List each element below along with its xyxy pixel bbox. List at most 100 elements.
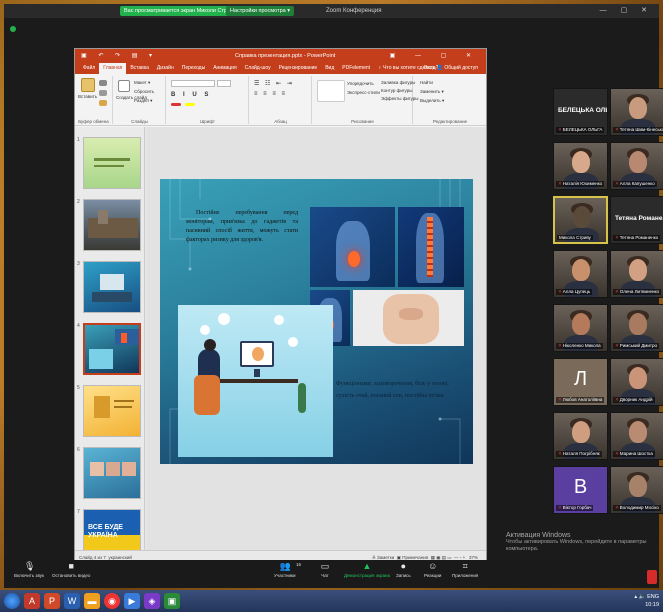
participant-tile[interactable]: Микола Стриву (553, 196, 608, 244)
font-family-select[interactable] (171, 80, 215, 87)
participants-count: 16 (296, 562, 302, 567)
reset-button[interactable]: Сбросить (134, 89, 154, 94)
thumb-number: 6 (77, 447, 80, 453)
app-icon[interactable]: ◈ (144, 593, 160, 609)
stop-video-button[interactable]: ■ Остановить видео (52, 562, 90, 579)
tab-5[interactable]: Анимация (209, 63, 240, 74)
slide-thumbnail-4[interactable] (83, 323, 141, 375)
ppt-window-controls[interactable]: ▣ — ▢ ✕ (390, 49, 480, 63)
participant-tile[interactable]: ✕Наталія Юхименко (553, 142, 608, 190)
muted-mic-icon: ✕ (615, 505, 619, 510)
security-shield-icon[interactable] (10, 26, 16, 32)
participant-name: ✕Алла Цупець (556, 289, 593, 295)
tab-6[interactable]: Слайд-шоу (241, 63, 275, 74)
slide-thumbnail-7[interactable]: ВСЕ БУДЕ УКРАЇНА (83, 509, 141, 551)
start-button-icon[interactable] (4, 593, 20, 609)
participant-tile[interactable]: ✕Марина Шостка (610, 412, 663, 460)
tab-1[interactable]: Главная (99, 63, 127, 74)
shape-effects-button[interactable]: Эффекты фигуры (381, 96, 419, 101)
zoom-app-icon[interactable]: ▶ (124, 593, 140, 609)
word-app-icon[interactable]: W (64, 593, 80, 609)
system-tray[interactable]: ▴ 🔈 ENG 10:19 (634, 593, 659, 609)
participant-tile[interactable]: В ✕Віктор Горбач (553, 466, 608, 514)
highlight-icon[interactable] (185, 103, 195, 106)
pdf-app-icon[interactable]: A (24, 593, 40, 609)
view-options-button[interactable]: Настройки просмотра ▾ (226, 6, 294, 16)
participant-tile[interactable]: ✕Римський Дмитро (610, 304, 663, 352)
slide-symptoms-text[interactable]: Функціонами: запаморочення, біль у голов… (336, 378, 460, 402)
section-button[interactable]: Раздел ▾ (134, 98, 152, 104)
arrange-button[interactable]: Упорядочить (347, 81, 374, 86)
format-painter-icon[interactable] (99, 100, 107, 106)
powerpoint-app-icon[interactable]: P (44, 593, 60, 609)
sign-in-share[interactable]: Вход 👤 Общий доступ (420, 63, 482, 74)
quick-access-toolbar[interactable]: ▣ ↶ ↷ ▤ ▾ (81, 49, 157, 63)
cut-icon[interactable] (99, 80, 107, 86)
copy-icon[interactable] (99, 90, 107, 96)
ribbon-group-slides: Создать слайд Макет ▾ Сбросить Раздел ▾ … (114, 76, 166, 124)
participant-tile[interactable]: Тетяна Романе... ✕Тетяна Романенко (610, 196, 663, 244)
slide-thumbnail-2[interactable] (83, 199, 141, 251)
participant-tile[interactable]: БЕЛЕЦЬКА ОЛЬ... ✕БЕЛЕЦЬКА ОЛЬГА (553, 88, 608, 136)
new-slide-icon[interactable] (118, 80, 130, 92)
layout-button[interactable]: Макет ▾ (134, 80, 150, 86)
apps-icon: ⌗ (462, 561, 468, 571)
reactions-button[interactable]: ☺ Реакции (424, 562, 441, 579)
participant-tile[interactable]: ✕Олена Литвиненко (610, 250, 663, 298)
participants-button[interactable]: 👥 Участники 16 (274, 562, 301, 579)
slide-thumbnails-pane[interactable]: 1 2 3 4 5 6 7 ВСЕ БУДЕ УКРАЇНА (75, 127, 145, 551)
slide-thumbnail-1[interactable] (83, 137, 141, 189)
current-slide[interactable]: Постійне перебування перед моніторам, пр… (160, 179, 473, 464)
tab-8[interactable]: Вид (321, 63, 338, 74)
replace-button[interactable]: Заменить ▾ (420, 89, 444, 95)
participant-tile[interactable]: ✕Дворник Андрій (610, 358, 663, 406)
slide-thumbnail-6[interactable] (83, 447, 141, 499)
select-button[interactable]: Выделить ▾ (420, 98, 444, 104)
tab-2[interactable]: Вставка (126, 63, 153, 74)
participant-name: Микола Стриву (557, 235, 593, 240)
quick-styles-button[interactable]: Экспресс-стили (347, 90, 380, 95)
shapes-gallery[interactable] (317, 80, 345, 102)
slide-thumbnail-5[interactable] (83, 385, 141, 437)
font-color-icon[interactable] (171, 103, 181, 106)
tab-9[interactable]: PDFelement (338, 63, 374, 74)
thumb-number: 5 (77, 385, 80, 391)
font-style-buttons[interactable]: B I U S (171, 92, 211, 98)
participant-tile[interactable]: ✕Алла Капушенко (610, 142, 663, 190)
tab-7[interactable]: Рецензирование (275, 63, 322, 74)
record-button[interactable]: ● Запись (396, 562, 411, 579)
slide-body-text[interactable]: Постійне перебування перед моніторам, пр… (186, 209, 298, 245)
participant-tile[interactable]: Л ✕Любов Анатоліївна (553, 358, 608, 406)
chrome-app-icon[interactable]: ◉ (104, 593, 120, 609)
sharing-indicator: Вас просматривается экран Миколи Стриви (120, 6, 241, 16)
hands-on-back-photo (353, 290, 464, 346)
tab-4[interactable]: Переходы (178, 63, 209, 74)
zoom-window-controls[interactable]: — ▢ ✕ (600, 4, 653, 18)
muted-mic-icon: ✕ (615, 181, 619, 186)
mute-button[interactable]: 🎙 Включить звук (14, 562, 44, 579)
explorer-app-icon[interactable]: ▬ (84, 593, 100, 609)
participant-tile[interactable]: ✕Наталя Погрібняк (553, 412, 608, 460)
participant-tile[interactable]: ✕Володимир Мосіко (610, 466, 663, 514)
tab-3[interactable]: Дизайн (153, 63, 178, 74)
participant-tile[interactable]: ✕Ніколенко Микола (553, 304, 608, 352)
font-size-select[interactable] (217, 80, 231, 87)
share-screen-button[interactable]: ▲ Демонстрация экрана (344, 562, 390, 579)
paste-button[interactable]: Вставить (78, 94, 97, 99)
shape-outline-button[interactable]: Контур фигуры (381, 88, 412, 93)
slide-thumbnail-3[interactable] (83, 261, 141, 313)
participant-tile[interactable]: ✕Тетяна Шим-Кінесько (610, 88, 663, 136)
participant-name: ✕Марина Шостка (613, 451, 655, 457)
thumb-number: 1 (77, 137, 80, 143)
chat-button[interactable]: ▭ Чат (320, 562, 330, 579)
participant-tile[interactable]: ✕Алла Цупець (553, 250, 608, 298)
shape-fill-button[interactable]: Заливка фигуры (381, 80, 415, 85)
paste-icon[interactable] (81, 78, 95, 92)
align-buttons[interactable]: ≡ ≡ ≡ ≡ (254, 91, 287, 97)
list-buttons[interactable]: ☰ ☷ ⇤ ⇥ (254, 80, 294, 87)
tab-0[interactable]: Файл (79, 63, 99, 74)
apps-button[interactable]: ⌗ Приложения (452, 561, 478, 579)
end-meeting-button[interactable] (647, 570, 657, 584)
app-icon-2[interactable]: ▣ (164, 593, 180, 609)
find-button[interactable]: Найти (420, 80, 433, 85)
